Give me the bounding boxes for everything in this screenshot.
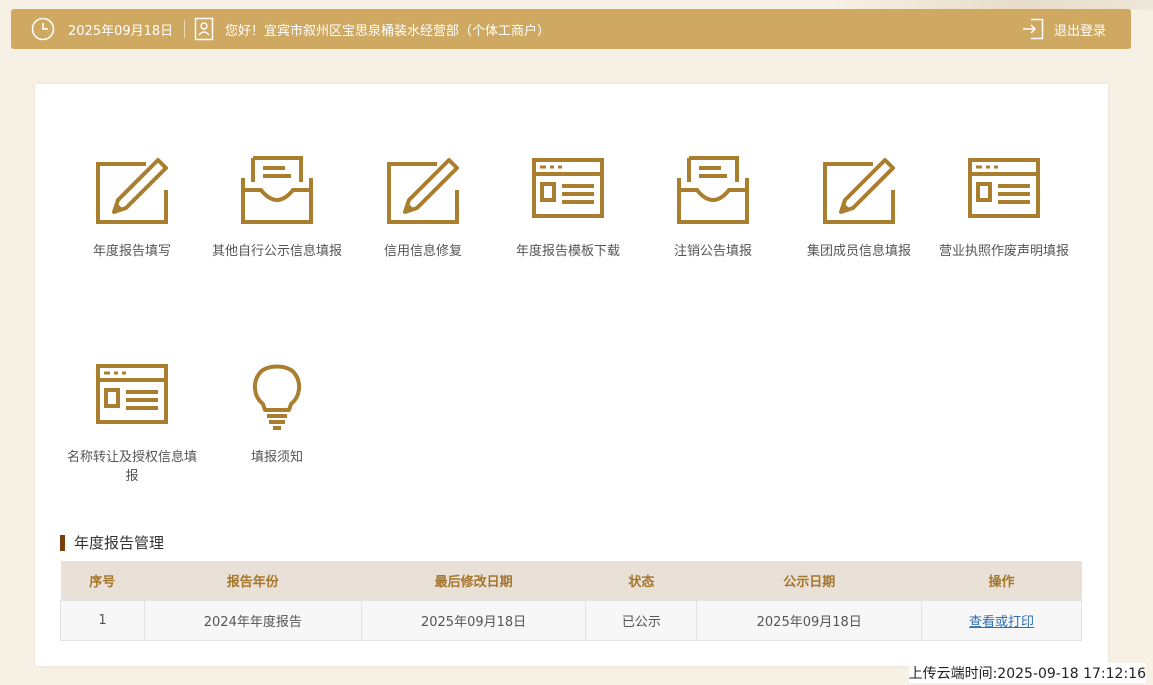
cell-modified-date: 2025年09月18日 [360,599,587,641]
tile-label: 填报须知 [250,450,303,465]
edit-pencil-icon [387,158,459,224]
table-row: 1 2024年年度报告 2025年09月18日 已公示 2025年09月18日 … [60,599,1082,641]
inbox-document-icon [677,156,749,224]
current-date: 2025年09月18日 [68,24,174,39]
top-bar: 2025年09月18日 您好！宜宾市叙州区宝思泉桶装水经营部（个体工商户） 退出… [11,9,1131,49]
upload-time: 上传云端时间:2025-09-18 17:12:16 [908,663,1146,683]
lightbulb-icon [252,364,302,430]
tile-annual-report-fill[interactable]: 年度报告填写 [59,156,205,261]
tile-label: 集团成员信息填报 [806,244,911,259]
tile-template-download[interactable]: 年度报告模板下载 [495,156,641,261]
view-or-print-link[interactable]: 查看或打印 [969,615,1034,630]
column-header: 操作 [921,561,1082,600]
tile-license-void[interactable]: 营业执照作废声明填报 [931,156,1077,261]
cell-index: 1 [60,599,145,641]
tile-label: 信用信息修复 [383,244,462,259]
tile-cancellation-notice[interactable]: 注销公告填报 [640,156,786,261]
main-panel: 年度报告填写 其他自行公示信息填报 信用信息修复 年度报告模板下载 注销公告填报… [35,84,1108,666]
tile-group-member[interactable]: 集团成员信息填报 [786,156,932,261]
column-header: 报告年份 [144,561,362,600]
cell-report-year: 2024年年度报告 [143,599,362,641]
browser-window-icon [968,158,1040,218]
column-header: 状态 [585,561,698,600]
column-header: 公示日期 [696,561,923,600]
tile-label: 名称转让及授权信息填报 [66,450,197,484]
tile-label: 年度报告模板下载 [515,244,620,259]
table-header-row: 序号 报告年份 最后修改日期 状态 公示日期 操作 [60,561,1082,600]
divider [184,20,185,38]
cell-published-date: 2025年09月18日 [696,599,923,641]
tile-credit-repair[interactable]: 信用信息修复 [350,156,496,261]
tile-label: 营业执照作废声明填报 [938,244,1069,259]
tile-name-transfer[interactable]: 名称转让及授权信息填报 [59,362,205,486]
tile-label: 其他自行公示信息填报 [211,244,342,259]
user-card-icon [194,17,214,41]
tile-label: 年度报告填写 [92,244,171,259]
cell-status: 已公示 [585,599,698,641]
section-title: 年度报告管理 [60,534,164,552]
edit-pencil-icon [96,158,168,224]
browser-window-icon [96,364,168,424]
inbox-document-icon [241,156,313,224]
tile-filing-instructions[interactable]: 填报须知 [204,358,350,467]
tile-label: 注销公告填报 [673,244,752,259]
tile-other-disclosure[interactable]: 其他自行公示信息填报 [204,156,350,261]
clock-icon [31,17,55,41]
browser-window-icon [532,158,604,218]
annual-report-table: 序号 报告年份 最后修改日期 状态 公示日期 操作 1 2024年年度报告 20… [60,561,1082,641]
logout-button[interactable]: 退出登录 [1054,20,1106,39]
cell-action: 查看或打印 [921,599,1082,641]
logout-icon[interactable] [1022,18,1044,40]
column-header: 最后修改日期 [361,561,587,600]
greeting-text: 您好！宜宾市叙州区宝思泉桶装水经营部（个体工商户） [225,24,551,39]
edit-pencil-icon [823,158,895,224]
column-header: 序号 [60,561,145,600]
